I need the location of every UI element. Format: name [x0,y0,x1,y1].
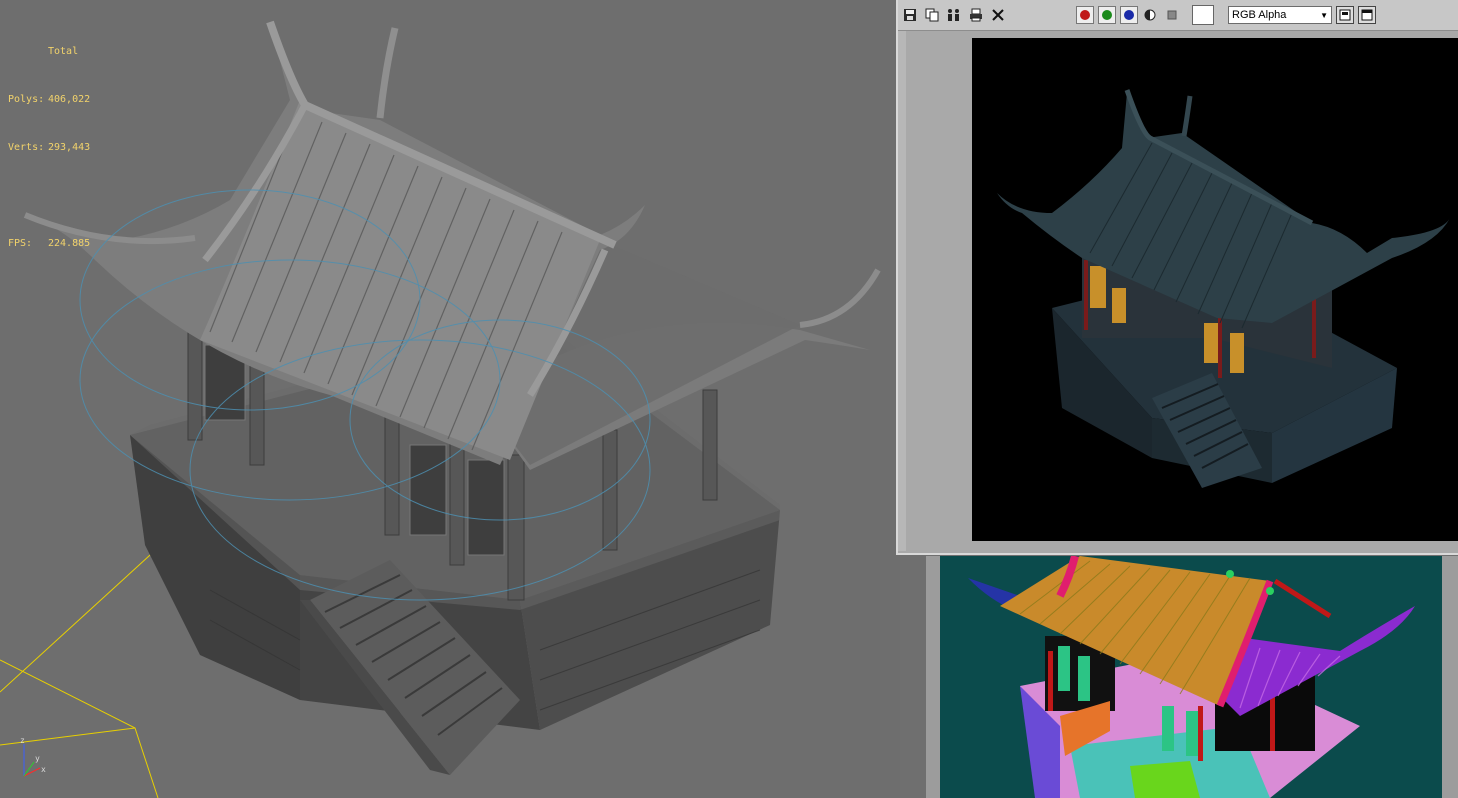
polys-value: 406,022 [48,94,91,105]
element-id-render-window[interactable] [926,556,1458,798]
clone-icon[interactable] [944,5,964,25]
copy-icon[interactable] [922,5,942,25]
axis-z-label: z [20,736,25,745]
render-toolbar: RGB Alpha ▼ [898,0,1458,31]
polys-label: Polys: [8,94,45,105]
green-channel-icon[interactable] [1098,6,1116,24]
stats-fps-row: FPS: 224.885 [8,236,90,252]
fps-label: FPS: [8,238,33,249]
channel-display-dropdown[interactable]: RGB Alpha ▼ [1228,6,1332,24]
perspective-viewport[interactable]: z x y Total Polys: 406,022 Verts: 293,44… [0,0,900,798]
rendered-image [972,38,1458,541]
element-id-image [940,556,1442,798]
red-channel-icon[interactable] [1076,6,1094,24]
pavilion-model: z x y [0,20,881,798]
viewport-statistics: Total Polys: 406,022 Verts: 293,443 FPS:… [8,12,90,284]
clear-icon[interactable] [988,5,1008,25]
axis-tripod: z x y [20,736,46,777]
verts-value: 293,443 [48,142,91,153]
stats-total-header: Total [48,46,79,57]
stats-polys-row: Polys: 406,022 [8,92,90,108]
stats-verts-row: Verts: 293,443 [8,140,90,156]
monochrome-icon[interactable] [1162,5,1182,25]
blue-channel-icon[interactable] [1120,6,1138,24]
color-swatch[interactable] [1192,5,1214,25]
channel-display-value: RGB Alpha [1232,9,1287,21]
fps-value: 224.885 [48,238,91,249]
chevron-down-icon: ▼ [1320,10,1328,20]
axis-x-label: x [41,765,46,774]
window-restore-icon[interactable] [1336,6,1354,24]
print-icon[interactable] [966,5,986,25]
render-window-sidebar [898,31,906,551]
main-roof [23,20,881,465]
window-maximize-icon[interactable] [1358,6,1376,24]
verts-label: Verts: [8,142,45,153]
save-icon[interactable] [900,5,920,25]
rendered-frame-window[interactable]: RGB Alpha ▼ [896,0,1458,555]
axis-y-label: y [35,754,40,763]
alpha-channel-icon[interactable] [1140,5,1160,25]
